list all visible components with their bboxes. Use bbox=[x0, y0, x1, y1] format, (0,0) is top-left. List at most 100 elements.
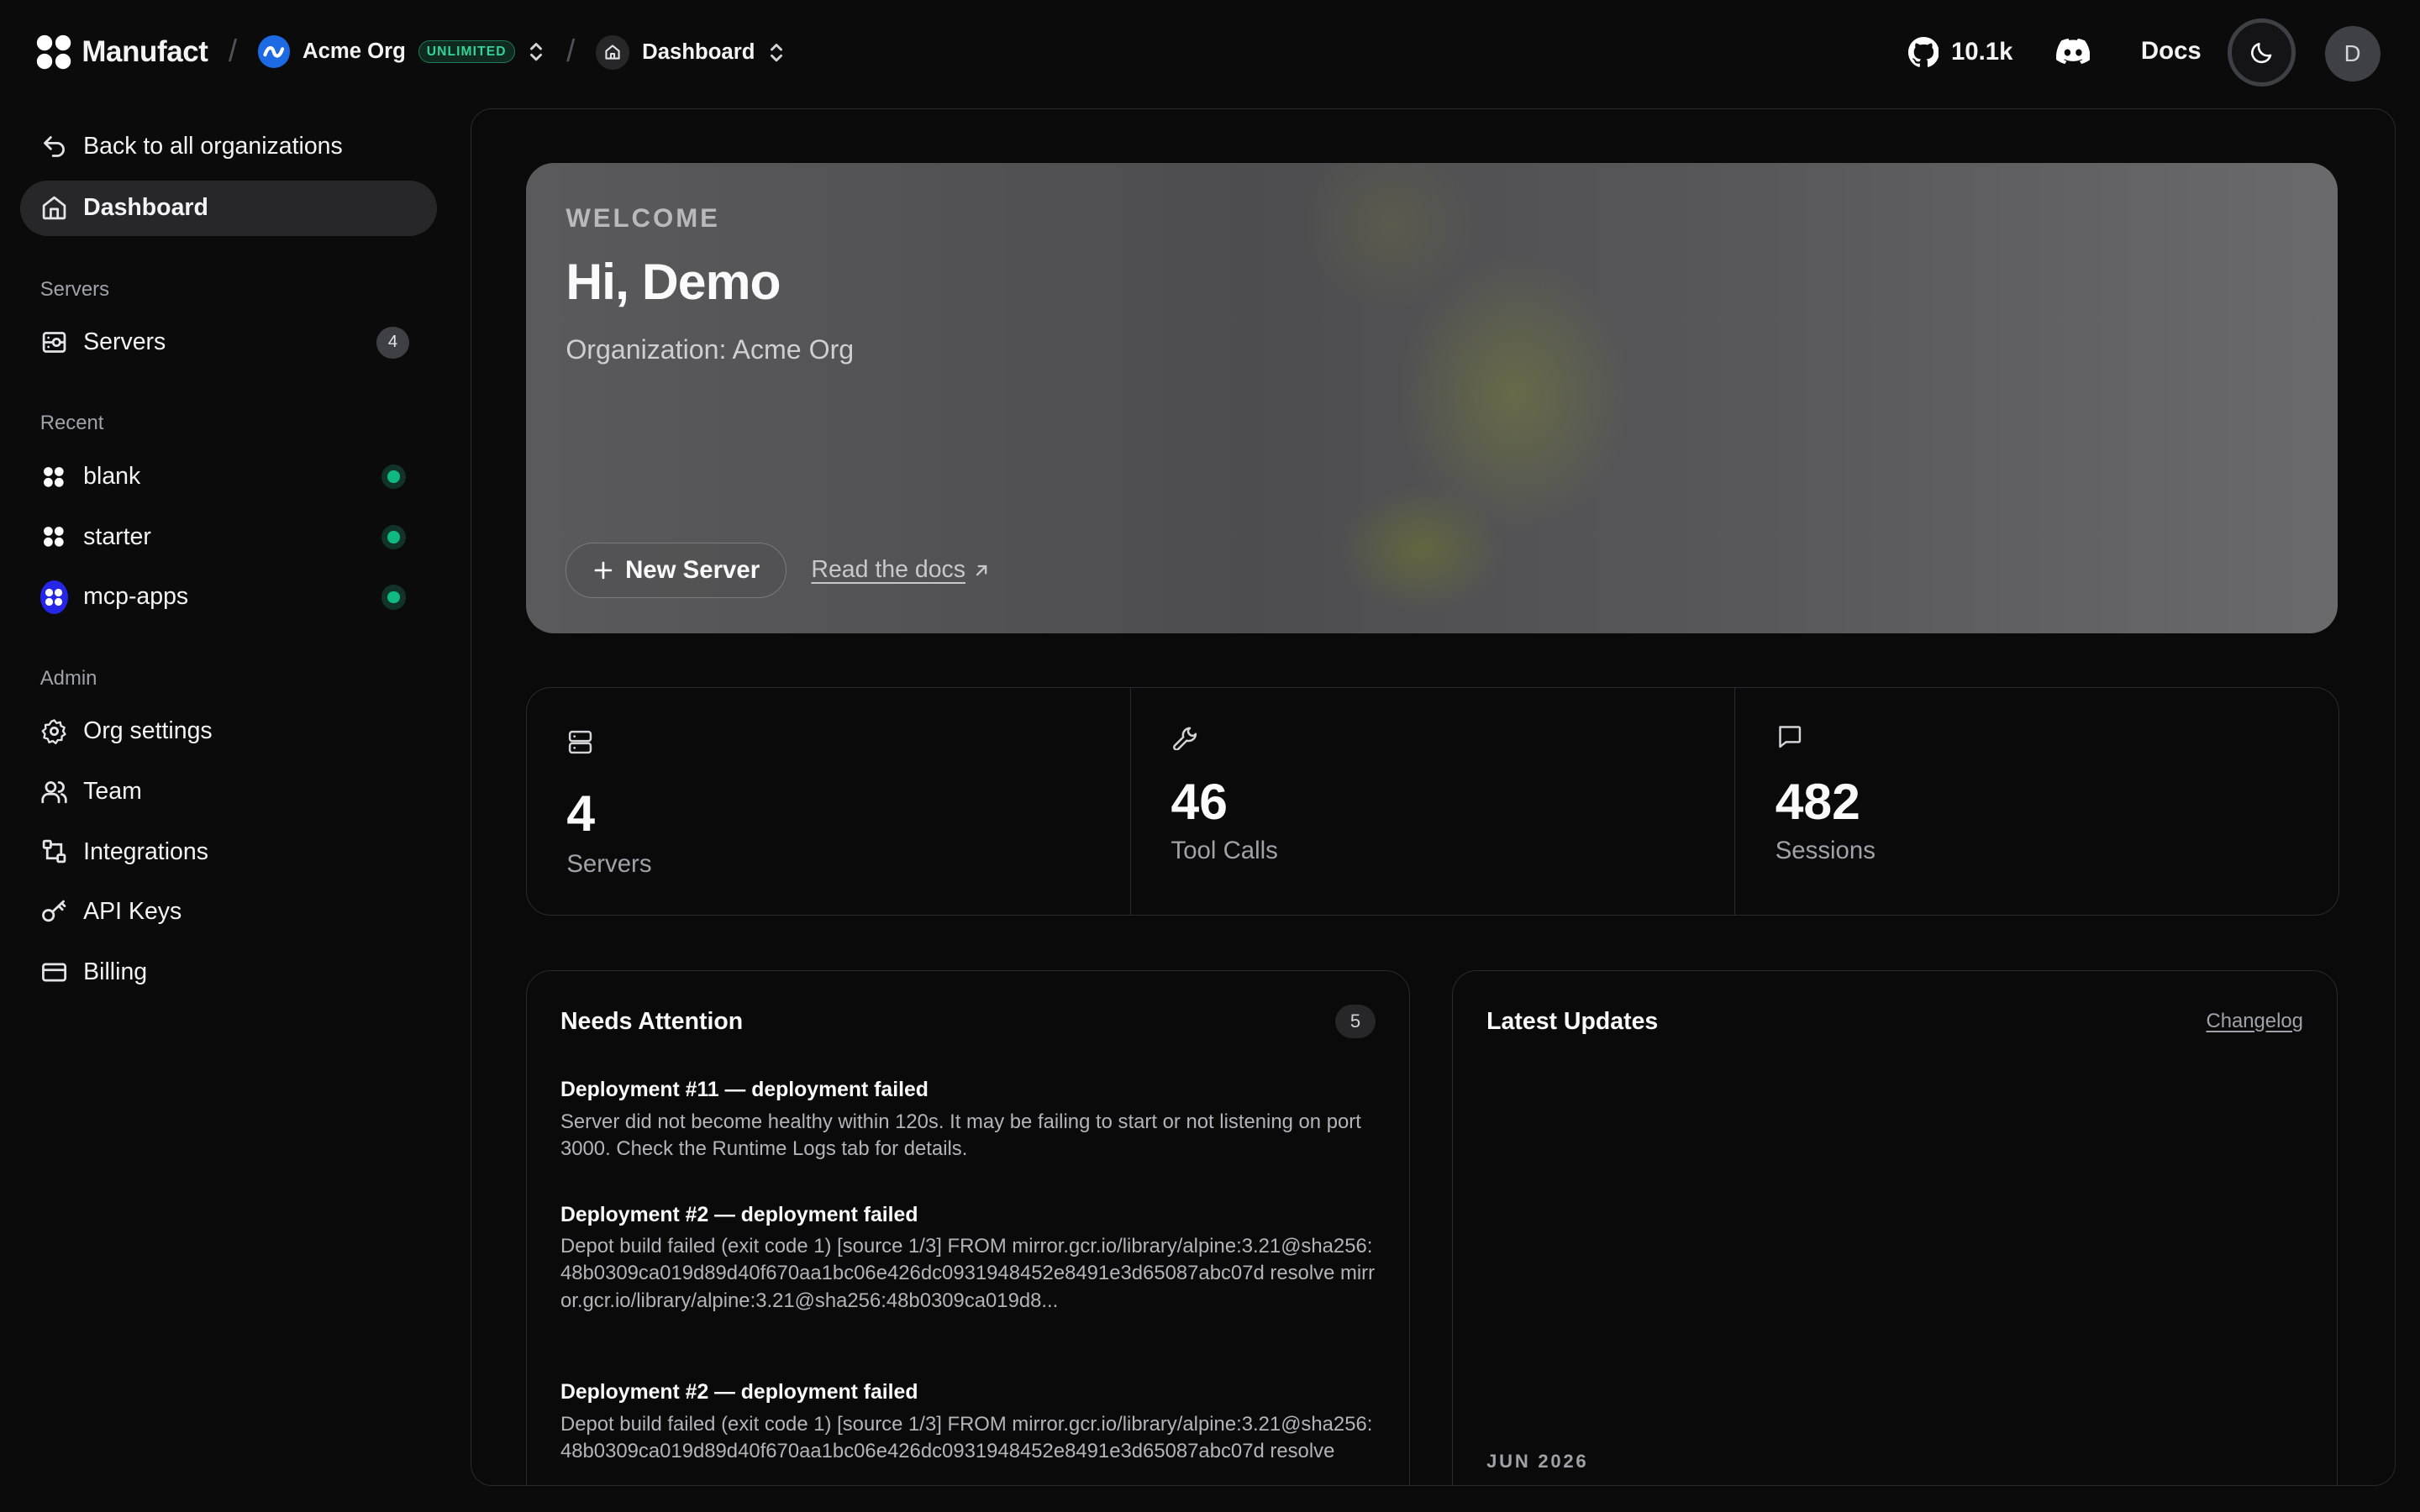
sidebar-item-api-keys[interactable]: API Keys bbox=[20, 885, 437, 940]
gear-icon bbox=[40, 717, 68, 745]
page-switcher[interactable]: Dashboard bbox=[596, 35, 786, 70]
recent-server-item[interactable]: starter bbox=[20, 509, 437, 564]
alert-body: Depot build failed (exit code 1) [source… bbox=[560, 1235, 1376, 1312]
sidebar-item-label: Dashboard bbox=[83, 194, 208, 222]
main-content: WELCOME Hi, Demo Organization: Acme Org … bbox=[471, 108, 2396, 1487]
manufact-logo-icon bbox=[40, 523, 68, 551]
sidebar-item-billing[interactable]: Billing bbox=[20, 944, 437, 1000]
alert-body: Depot build failed (exit code 1) [source… bbox=[560, 1412, 1373, 1462]
stat-card-sessions[interactable]: 482 Sessions bbox=[1735, 688, 2338, 915]
wave-icon bbox=[263, 45, 285, 58]
alert-item[interactable]: Deployment #11 — deployment failed Serve… bbox=[560, 1079, 1379, 1163]
stat-label: Sessions bbox=[1775, 836, 1876, 864]
server-icon bbox=[569, 731, 592, 754]
sidebar: Back to all organizations Dashboard Serv… bbox=[0, 108, 457, 1512]
recent-server-item[interactable]: blank bbox=[20, 449, 437, 505]
home-icon bbox=[596, 35, 630, 70]
stats-row: 4 Servers 46 Tool Calls 482 Sessions bbox=[525, 687, 2340, 916]
page-name: Dashboard bbox=[642, 39, 755, 64]
sidebar-item-dashboard[interactable]: Dashboard bbox=[19, 180, 437, 237]
status-indicator bbox=[381, 524, 407, 549]
recent-server-item[interactable]: mcp-apps bbox=[20, 570, 437, 625]
needs-attention-card: Needs Attention 5 Deployment #11 — deplo… bbox=[525, 969, 1411, 1486]
hero-subtitle: Organization: Acme Org bbox=[566, 333, 855, 365]
sidebar-item-integrations[interactable]: Integrations bbox=[20, 824, 437, 879]
brand-name: Manufact bbox=[82, 35, 208, 69]
sidebar-item-servers[interactable]: Servers 4 bbox=[20, 315, 437, 370]
hero-eyebrow: WELCOME bbox=[566, 202, 720, 233]
breadcrumb-separator: / bbox=[228, 34, 238, 69]
discord-link[interactable] bbox=[2055, 37, 2091, 68]
read-docs-label: Read the docs bbox=[811, 556, 965, 584]
moon-icon bbox=[2250, 42, 2271, 63]
sidebar-item-label: API Keys bbox=[83, 898, 182, 926]
manufact-logo-icon bbox=[40, 463, 68, 491]
wrench-icon bbox=[1172, 727, 1197, 750]
stat-label: Tool Calls bbox=[1171, 836, 1278, 864]
top-bar: Manufact / Acme Org UNLIMITED / Dashboar… bbox=[0, 0, 2420, 108]
stat-card-tool-calls[interactable]: 46 Tool Calls bbox=[1131, 688, 1735, 916]
status-indicator bbox=[381, 585, 407, 610]
home-icon bbox=[40, 194, 68, 222]
chevron-up-down-icon bbox=[771, 43, 783, 62]
section-heading-servers: Servers bbox=[39, 277, 110, 301]
org-switcher[interactable]: Acme Org UNLIMITED bbox=[257, 35, 546, 68]
updates-month-heading: JUN 2026 bbox=[1486, 1450, 1589, 1472]
users-icon bbox=[40, 778, 68, 806]
plus-icon bbox=[594, 561, 612, 580]
stat-value: 4 bbox=[566, 785, 596, 843]
server-icon bbox=[40, 328, 68, 356]
sidebar-item-label: Servers bbox=[83, 328, 166, 356]
message-icon bbox=[1778, 726, 1801, 748]
stat-value: 46 bbox=[1171, 772, 1228, 830]
back-to-organizations-link[interactable]: Back to all organizations bbox=[20, 118, 437, 174]
read-docs-link[interactable]: Read the docs bbox=[811, 556, 990, 584]
recent-server-name: mcp-apps bbox=[83, 583, 189, 611]
servers-count-badge: 4 bbox=[376, 326, 409, 360]
manufact-logo-icon bbox=[37, 35, 71, 70]
brand-logo[interactable]: Manufact bbox=[35, 34, 208, 71]
theme-toggle-button[interactable] bbox=[2227, 18, 2296, 87]
new-server-label: New Server bbox=[625, 555, 760, 584]
stat-value: 482 bbox=[1775, 772, 1860, 830]
alert-title: Deployment #2 — deployment failed bbox=[560, 1203, 918, 1226]
credit-card-icon bbox=[40, 958, 68, 986]
alert-title: Deployment #2 — deployment failed bbox=[560, 1381, 918, 1404]
org-avatar bbox=[257, 35, 291, 68]
chevron-up-down-icon bbox=[530, 42, 543, 61]
alert-title: Deployment #11 — deployment failed bbox=[560, 1079, 929, 1102]
stat-label: Servers bbox=[566, 850, 652, 879]
sidebar-item-label: Integrations bbox=[83, 837, 208, 865]
discord-icon bbox=[2055, 38, 2091, 65]
key-icon bbox=[40, 898, 68, 926]
org-name: Acme Org bbox=[302, 39, 406, 64]
github-icon bbox=[1907, 37, 1939, 67]
new-server-button[interactable]: New Server bbox=[566, 542, 787, 598]
external-link-icon bbox=[976, 564, 987, 576]
stat-card-servers[interactable]: 4 Servers bbox=[527, 688, 1131, 916]
user-avatar[interactable]: D bbox=[2324, 26, 2381, 82]
github-stars: 10.1k bbox=[1950, 38, 2013, 66]
card-title: Needs Attention bbox=[560, 1007, 744, 1035]
attention-count-badge: 5 bbox=[1335, 1005, 1376, 1039]
alert-item[interactable]: Deployment #2 — deployment failed Depot … bbox=[560, 1381, 1379, 1465]
breadcrumb-separator: / bbox=[566, 34, 576, 69]
mcp-apps-icon bbox=[39, 580, 68, 615]
github-link[interactable]: 10.1k bbox=[1907, 37, 2013, 68]
undo-arrow-icon bbox=[40, 133, 68, 160]
alert-item[interactable]: Deployment #2 — deployment failed Depot … bbox=[560, 1204, 1379, 1315]
section-heading-admin: Admin bbox=[39, 666, 97, 690]
recent-server-name: blank bbox=[83, 463, 141, 491]
docs-link[interactable]: Docs bbox=[2141, 37, 2202, 66]
welcome-hero: WELCOME Hi, Demo Organization: Acme Org … bbox=[525, 162, 2338, 634]
changelog-link[interactable]: Changelog bbox=[2206, 1010, 2303, 1033]
latest-updates-card: Latest Updates Changelog JUN 2026 bbox=[1451, 969, 2338, 1486]
page-title: Hi, Demo bbox=[566, 253, 781, 311]
section-heading-recent: Recent bbox=[39, 412, 104, 435]
sidebar-item-label: Org settings bbox=[83, 717, 213, 745]
alert-body: Server did not become healthy within 120… bbox=[560, 1110, 1361, 1160]
sidebar-item-org-settings[interactable]: Org settings bbox=[20, 704, 437, 759]
plan-badge: UNLIMITED bbox=[418, 39, 515, 64]
sidebar-item-team[interactable]: Team bbox=[20, 764, 437, 819]
recent-server-name: starter bbox=[83, 522, 151, 550]
